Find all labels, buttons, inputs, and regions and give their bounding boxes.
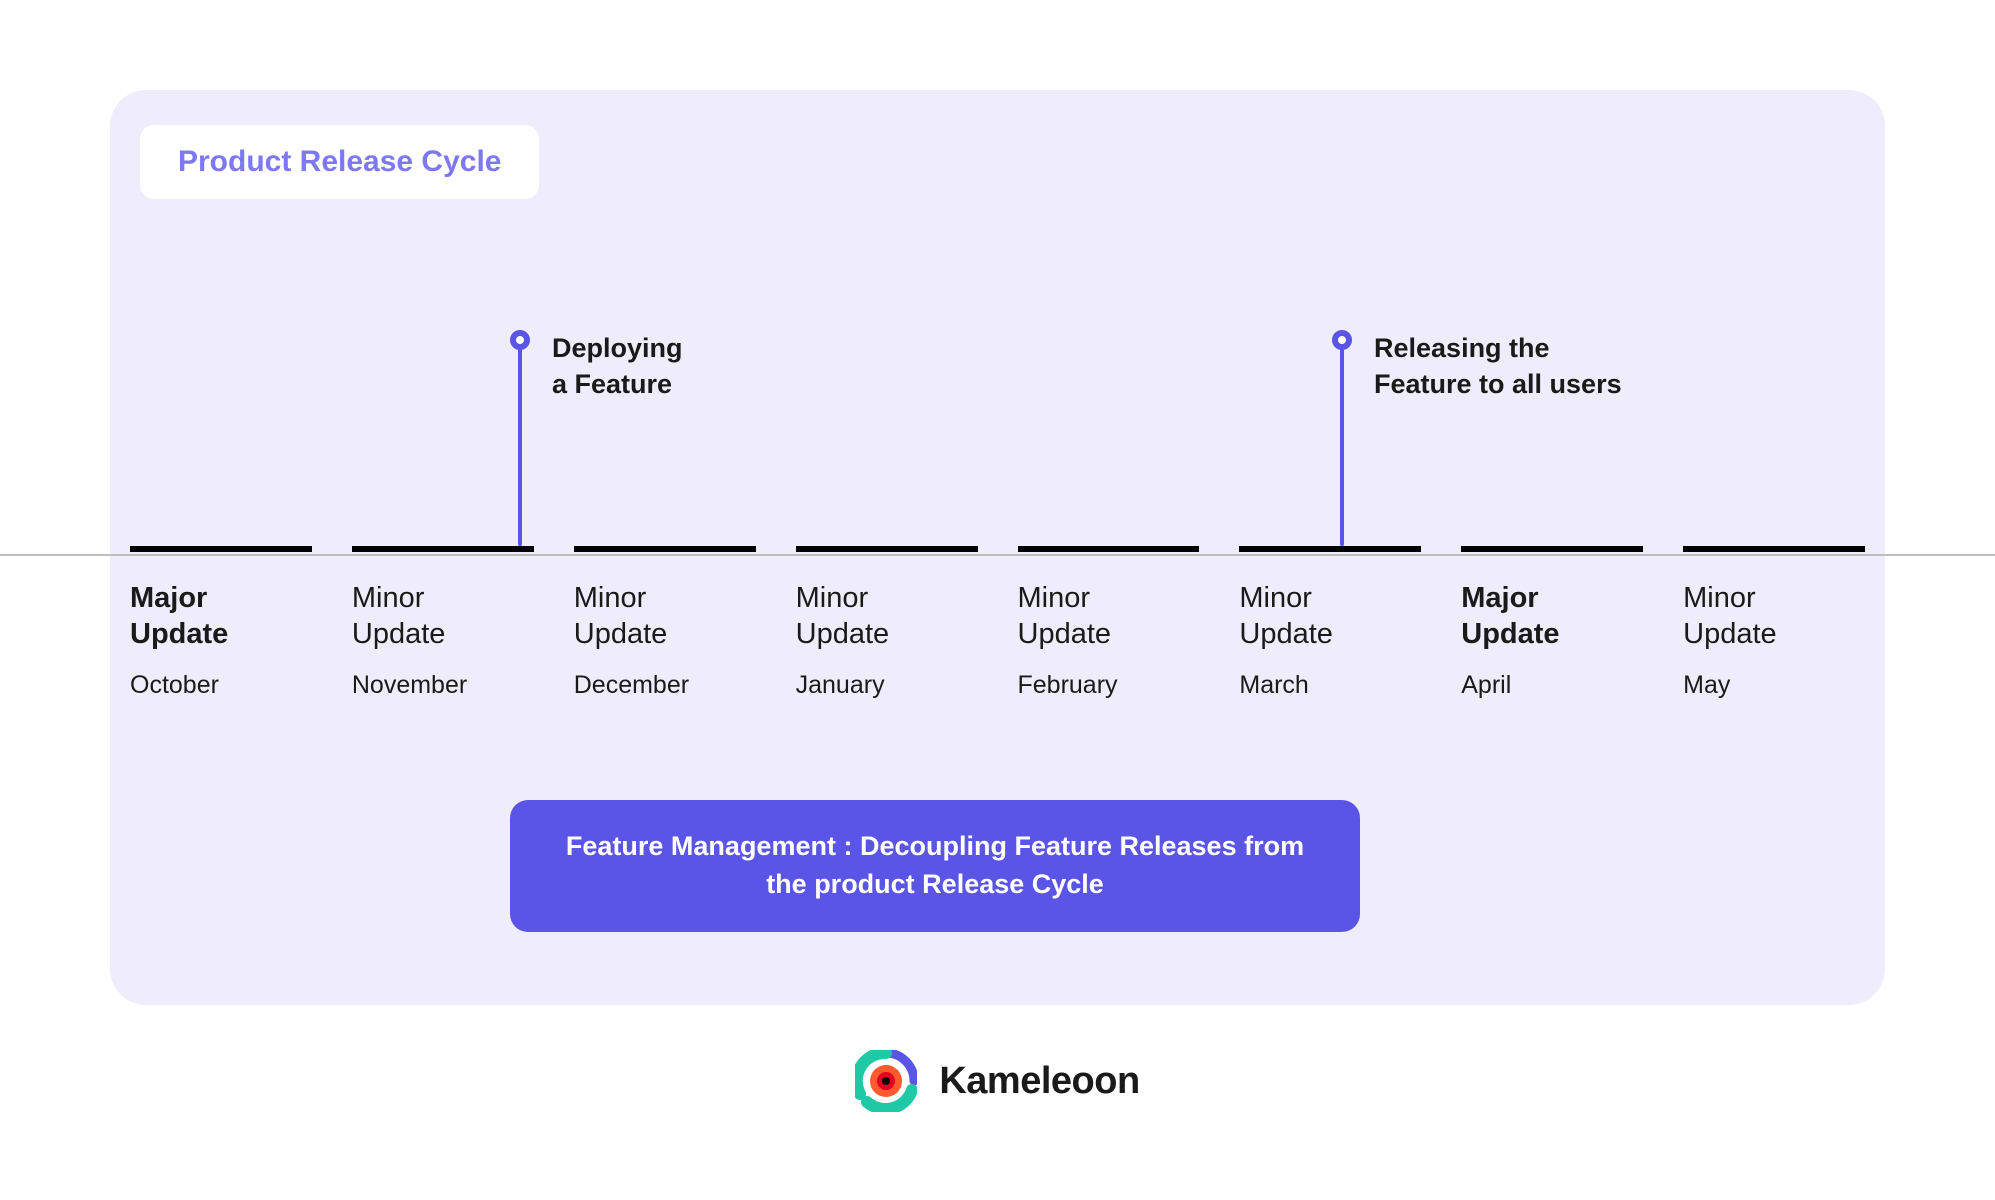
tick-bar	[1018, 546, 1200, 552]
timeline-tick: MajorUpdate April	[1441, 546, 1663, 700]
flag-label: Releasing the Feature to all users	[1374, 330, 1714, 403]
tick-bar	[574, 546, 756, 552]
feature-management-banner: Feature Management : Decoupling Feature …	[510, 800, 1360, 932]
flag-dot-icon	[510, 330, 530, 350]
tick-type: MinorUpdate	[352, 580, 554, 653]
flag-dot-icon	[1332, 330, 1352, 350]
tick-bar	[1683, 546, 1865, 552]
timeline-tick: MinorUpdate December	[554, 546, 776, 700]
tick-month: November	[352, 671, 554, 700]
tick-bar	[352, 546, 534, 552]
brand: Kameleoon	[0, 1050, 1995, 1112]
tick-month: March	[1239, 671, 1441, 700]
tick-type: MajorUpdate	[1461, 580, 1663, 653]
tick-month: May	[1683, 671, 1885, 700]
tick-type: MinorUpdate	[1683, 580, 1885, 653]
timeline-tick: MinorUpdate May	[1663, 546, 1885, 700]
flag-stem	[518, 340, 522, 546]
timeline-tick: MinorUpdate March	[1219, 546, 1441, 700]
tick-month: December	[574, 671, 776, 700]
tick-type: MinorUpdate	[1018, 580, 1220, 653]
tick-bar	[796, 546, 978, 552]
tick-month: February	[1018, 671, 1220, 700]
timeline-tick: MinorUpdate November	[332, 546, 554, 700]
tick-bar	[130, 546, 312, 552]
tick-month: January	[796, 671, 998, 700]
tick-type: MajorUpdate	[130, 580, 332, 653]
kameleoon-logo-icon	[855, 1050, 917, 1112]
tick-type: MinorUpdate	[574, 580, 776, 653]
tick-bar	[1461, 546, 1643, 552]
card-title-chip: Product Release Cycle	[140, 125, 539, 199]
timeline: MajorUpdateOctoberMinorUpdateNovemberMin…	[110, 546, 1885, 700]
tick-month: October	[130, 671, 332, 700]
tick-type: MinorUpdate	[796, 580, 998, 653]
brand-name: Kameleoon	[939, 1060, 1139, 1103]
timeline-tick: MinorUpdate February	[998, 546, 1220, 700]
tick-month: April	[1461, 671, 1663, 700]
timeline-tick: MajorUpdate October	[110, 546, 332, 700]
tick-bar	[1239, 546, 1421, 552]
tick-type: MinorUpdate	[1239, 580, 1441, 653]
flag-stem	[1340, 340, 1344, 546]
flag-label: Deploying a Feature	[552, 330, 892, 403]
timeline-tick: MinorUpdate January	[776, 546, 998, 700]
